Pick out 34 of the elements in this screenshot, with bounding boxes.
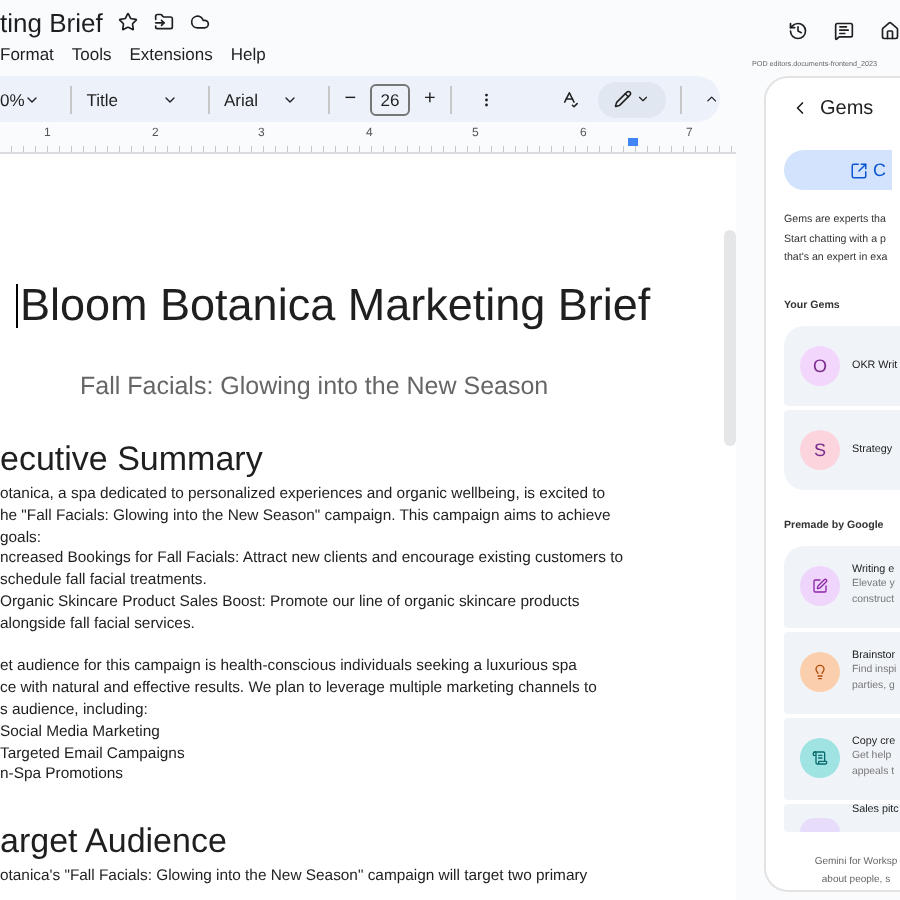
style-dropdown[interactable]: Title — [86, 89, 118, 109]
comment-icon[interactable] — [834, 17, 854, 43]
menu-item[interactable]: Extensions — [129, 44, 213, 64]
gem-avatar: S — [800, 429, 840, 470]
scroll-icon — [812, 750, 828, 767]
font-dropdown[interactable]: Arial — [224, 89, 259, 109]
menu-item[interactable]: Format — [0, 44, 54, 64]
menu-item[interactable]: Help — [230, 44, 266, 64]
folder-icon[interactable] — [154, 12, 175, 32]
create-button[interactable]: C — [784, 150, 892, 190]
decrease-size-button[interactable]: − — [344, 88, 357, 110]
pencil-icon — [614, 90, 633, 108]
lightbulb-icon — [812, 664, 828, 681]
history-icon[interactable] — [788, 17, 808, 43]
menu-item[interactable]: Tools — [71, 44, 112, 64]
document-title-field[interactable]: ting Brief — [0, 7, 103, 37]
home-icon[interactable] — [880, 17, 900, 43]
edit-icon — [812, 578, 828, 595]
panel-title: Gems — [820, 97, 874, 119]
gem-avatar: O — [800, 345, 840, 386]
increase-size-button[interactable]: + — [423, 88, 436, 110]
open-icon — [849, 161, 867, 179]
cloud-icon[interactable] — [190, 12, 211, 32]
zoom-dropdown[interactable]: 0% — [0, 89, 25, 109]
section-heading: ecutive Summary — [0, 440, 265, 480]
font-size-field[interactable]: 26 — [370, 83, 410, 115]
collapse-icon[interactable] — [704, 90, 720, 108]
indent-marker[interactable] — [628, 138, 638, 146]
star-icon[interactable] — [118, 12, 139, 32]
document-subtitle: Fall Facials: Glowing into the New Season — [80, 372, 551, 400]
editing-mode-button[interactable] — [598, 81, 667, 117]
caret-icon — [636, 92, 651, 106]
spellcheck-icon[interactable] — [560, 88, 579, 110]
section-heading: arget Audience — [0, 822, 229, 863]
